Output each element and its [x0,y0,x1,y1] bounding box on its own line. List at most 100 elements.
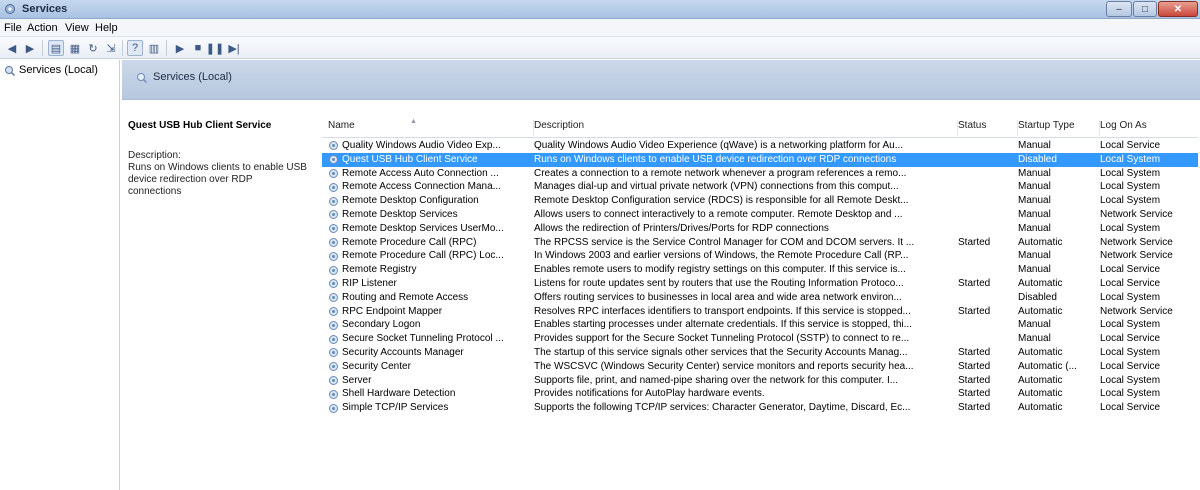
minimize-button[interactable]: – [1106,1,1132,17]
service-log-on-as-cell: Local System [1100,291,1161,303]
table-row[interactable]: Remote Desktop Configuration Remote Deskt… [322,194,1198,208]
column-header-startup-type[interactable]: Startup Type [1018,120,1100,136]
table-row[interactable]: Server Supports file, print, and named-pi… [322,374,1198,388]
table-row[interactable]: Security Accounts Manager The startup of … [322,346,1198,360]
service-log-on-as-cell: Network Service [1100,208,1173,220]
gear-icon [329,210,338,220]
service-name-cell: Secondary Logon [328,318,528,332]
table-row[interactable]: Secondary Logon Enables starting processe… [322,318,1198,332]
help-icon[interactable]: ? [127,40,143,56]
pane-title: Services (Local) [153,71,232,83]
main-pane: Services (Local) Quest USB Hub Client Se… [122,60,1200,490]
service-log-on-as-cell: Local System [1100,195,1161,207]
table-row[interactable]: Remote Access Auto Connection ... Creates… [322,167,1198,181]
service-name-cell: Quality Windows Audio Video Exp... [328,139,528,153]
stop-service-icon[interactable]: ■ [190,40,206,56]
service-description-cell: Allows the redirection of Printers/Drive… [534,222,829,234]
table-row[interactable]: Routing and Remote Access Offers routing … [322,291,1198,305]
service-description-cell: Enables starting processes under alterna… [534,319,912,331]
service-startup-type-cell: Manual [1018,333,1051,345]
back-arrow-icon[interactable]: ◀ [4,40,20,56]
pause-service-icon[interactable]: ❚❚ [206,40,224,56]
service-name-cell: RPC Endpoint Mapper [328,305,528,319]
toolbar-separator [122,40,123,56]
table-row[interactable]: Remote Procedure Call (RPC) Loc... In Win… [322,249,1198,263]
forward-arrow-icon[interactable]: ▶ [22,40,38,56]
table-row[interactable]: RPC Endpoint Mapper Resolves RPC interfac… [322,305,1198,319]
service-log-on-as-cell: Local System [1100,374,1161,386]
service-startup-type-cell: Manual [1018,222,1051,234]
table-row[interactable]: Shell Hardware Detection Provides notific… [322,387,1198,401]
menu-file[interactable]: File [4,22,22,34]
service-startup-type-cell: Automatic [1018,388,1063,400]
table-row[interactable]: Remote Desktop Services UserMo... Allows … [322,222,1198,236]
service-name-cell: Remote Registry [328,263,528,277]
table-row[interactable]: Secure Socket Tunneling Protocol ... Prov… [322,332,1198,346]
service-log-on-as-cell: Local System [1100,167,1161,179]
gear-icon [329,320,338,330]
service-startup-type-cell: Automatic [1018,402,1063,414]
close-button[interactable]: ✕ [1158,1,1198,17]
table-row[interactable]: Remote Registry Enables remote users to m… [322,263,1198,277]
service-status-cell: Started [958,402,991,414]
service-log-on-as-cell: Local Service [1100,140,1161,151]
service-log-on-as-cell: Local System [1100,153,1161,165]
gear-icon [329,141,338,151]
service-name-cell: Remote Procedure Call (RPC) Loc... [328,249,528,263]
column-header-status[interactable]: Status [958,120,1018,136]
service-startup-type-cell: Automatic [1018,346,1063,358]
service-log-on-as-cell: Local System [1100,319,1161,331]
selected-service-name: Quest USB Hub Client Service [128,120,272,131]
service-log-on-as-cell: Local Service [1100,264,1161,276]
service-log-on-as-cell: Network Service [1100,305,1173,317]
window-title: Services [22,3,68,15]
service-log-on-as-cell: Local Service [1100,402,1161,414]
show-hide-console-tree-icon[interactable]: ▤ [48,40,64,56]
table-row[interactable]: Remote Desktop Services Allows users to c… [322,208,1198,222]
gear-icon [329,362,338,372]
description-label: Description: [128,150,181,161]
service-description-cell: Provides notifications for AutoPlay hard… [534,388,765,400]
service-log-on-as-cell: Local System [1100,181,1161,193]
tree-node-label: Services (Local) [19,64,98,76]
service-startup-type-cell: Disabled [1018,291,1057,303]
table-row[interactable]: Remote Procedure Call (RPC) The RPCSS ser… [322,236,1198,250]
restart-service-icon[interactable]: ▶| [226,40,242,56]
service-status-cell: Started [958,305,991,317]
table-row[interactable]: RIP Listener Listens for route updates se… [322,277,1198,291]
service-name-cell: RIP Listener [328,277,528,291]
table-row[interactable]: Remote Access Connection Mana... Manages … [322,180,1198,194]
pane-header: Services (Local) [122,60,1200,100]
table-row[interactable]: Quality Windows Audio Video Exp... Qualit… [322,139,1198,153]
service-startup-type-cell: Manual [1018,140,1051,151]
column-header-name[interactable]: Name ▲ [328,118,534,136]
service-startup-type-cell: Disabled [1018,153,1057,165]
description-text: Runs on Windows clients to enable USB de… [128,162,307,197]
column-header-description[interactable]: Description [534,120,958,136]
gear-icon [329,279,338,289]
service-startup-type-cell: Manual [1018,181,1051,193]
table-row[interactable]: Security Center The WSCSVC (Windows Secur… [322,360,1198,374]
service-description-cell: Enables remote users to modify registry … [534,264,906,276]
service-name-cell: Secure Socket Tunneling Protocol ... [328,332,528,346]
service-name-cell: Remote Access Connection Mana... [328,180,528,194]
toolbar-separator [42,40,43,56]
service-startup-type-cell: Manual [1018,319,1051,331]
gear-icon [329,348,338,358]
menu-view[interactable]: View [65,22,89,34]
table-row[interactable]: Quest USB Hub Client Service Runs on Wind… [322,152,1198,167]
refresh-icon[interactable]: ↻ [85,40,101,56]
properties-icon[interactable]: ▦ [67,40,83,56]
maximize-button[interactable]: □ [1133,1,1157,17]
service-startup-type-cell: Manual [1018,208,1051,220]
console-view-icon[interactable]: ▥ [146,40,162,56]
table-row[interactable]: Simple TCP/IP Services Supports the follo… [322,401,1198,415]
gear-icon [329,334,338,344]
start-service-icon[interactable]: ▶ [172,40,188,56]
menu-help[interactable]: Help [95,22,118,34]
column-header-log-on-as[interactable]: Log On As [1100,120,1196,136]
export-list-icon[interactable]: ⇲ [103,40,119,56]
service-name-cell: Remote Desktop Services UserMo... [328,222,528,236]
tree-node-services-local[interactable]: Services (Local) [4,64,98,76]
menu-action[interactable]: Action [27,22,58,34]
